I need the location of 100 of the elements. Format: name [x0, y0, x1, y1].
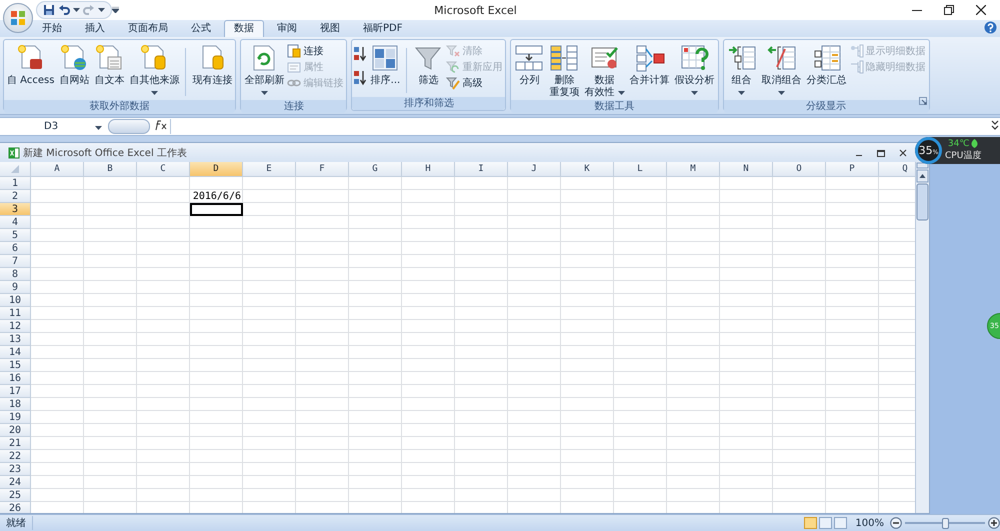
row-header[interactable]: 18 — [0, 398, 31, 411]
row-header[interactable]: 9 — [0, 281, 31, 294]
caret-icon — [73, 8, 80, 12]
selected-cell[interactable] — [190, 203, 243, 216]
ribbon-tab[interactable]: 插入 — [75, 20, 115, 37]
sort-descending-icon[interactable] — [353, 70, 368, 86]
subtotal-icon — [812, 43, 842, 73]
ribbon-tab[interactable]: 公式 — [181, 20, 221, 37]
table-cell[interactable]: 2016/6/6 — [190, 190, 243, 203]
row-header[interactable]: 13 — [0, 333, 31, 346]
row-header[interactable]: 19 — [0, 411, 31, 424]
column-header[interactable]: G — [349, 162, 402, 177]
row-header[interactable]: 8 — [0, 268, 31, 281]
row-header[interactable]: 11 — [0, 307, 31, 320]
column-header[interactable]: L — [614, 162, 667, 177]
ribbon-button[interactable]: 删除 重复项 — [547, 42, 582, 100]
ribbon-button[interactable]: 自网站 — [57, 42, 92, 88]
row-header[interactable]: 10 — [0, 294, 31, 307]
column-header[interactable]: O — [773, 162, 826, 177]
ribbon-button[interactable]: 数据 有效性 — [582, 42, 627, 100]
ribbon-button[interactable]: 排序... — [368, 42, 402, 88]
dialog-launcher-icon[interactable] — [918, 97, 927, 105]
column-header[interactable]: B — [84, 162, 137, 177]
customize-caret-icon[interactable] — [112, 7, 119, 13]
column-header[interactable]: C — [137, 162, 190, 177]
close-icon[interactable] — [976, 5, 986, 15]
close-icon[interactable] — [899, 148, 907, 156]
ribbon-button[interactable]: 组合 — [724, 42, 759, 100]
row-header[interactable]: 4 — [0, 216, 31, 229]
row-header[interactable]: 3 — [0, 203, 31, 216]
cpu-label: CPU温度 — [945, 150, 982, 162]
column-header[interactable]: K — [561, 162, 614, 177]
column-header[interactable]: E — [243, 162, 296, 177]
ribbon-button[interactable]: 分类汇总 — [804, 42, 849, 88]
row-header[interactable]: 15 — [0, 359, 31, 372]
name-box[interactable]: D3 — [0, 121, 95, 132]
ribbon-tab[interactable]: 视图 — [310, 20, 350, 37]
row-header[interactable]: 2 — [0, 190, 31, 203]
row-header[interactable]: 7 — [0, 255, 31, 268]
slider-thumb[interactable] — [942, 518, 949, 528]
caret-icon — [150, 91, 158, 95]
ribbon-button[interactable]: 假设分析 — [672, 42, 717, 100]
row-header[interactable]: 20 — [0, 424, 31, 437]
ribbon-button[interactable]: 分列 — [512, 42, 546, 88]
column-header[interactable]: Q — [879, 162, 915, 177]
column-header[interactable]: N — [720, 162, 773, 177]
expand-icon[interactable] — [991, 119, 999, 131]
row-header[interactable]: 22 — [0, 450, 31, 463]
column-header[interactable]: H — [402, 162, 455, 177]
ribbon-button[interactable]: 自 Access — [5, 42, 56, 88]
help-icon[interactable] — [984, 20, 997, 34]
sort-ascending-icon[interactable] — [353, 46, 368, 62]
column-header[interactable]: F — [296, 162, 349, 177]
column-header[interactable]: A — [31, 162, 84, 177]
undo-icon[interactable] — [58, 4, 70, 16]
row-header[interactable]: 16 — [0, 372, 31, 385]
caret-icon — [95, 126, 102, 130]
zoom-level[interactable]: 100% — [855, 518, 884, 528]
function-icon[interactable] — [153, 119, 167, 131]
save-icon[interactable] — [43, 4, 55, 16]
maximize-icon[interactable] — [877, 148, 885, 156]
row-header[interactable]: 21 — [0, 437, 31, 450]
row-header[interactable]: 26 — [0, 502, 31, 513]
zoom-in-icon[interactable] — [988, 517, 1000, 529]
ribbon-tab[interactable]: 页面布局 — [118, 20, 178, 37]
row-header[interactable]: 5 — [0, 229, 31, 242]
column-header[interactable]: I — [455, 162, 508, 177]
ribbon-button[interactable]: 取消组合 — [760, 42, 804, 100]
row-header[interactable]: 14 — [0, 346, 31, 359]
row-header[interactable]: 17 — [0, 385, 31, 398]
ribbon-button[interactable]: 高级 — [446, 75, 504, 90]
ribbon-tab[interactable]: 数据 — [224, 20, 264, 37]
row-header[interactable]: 24 — [0, 476, 31, 489]
zoom-out-icon[interactable] — [890, 517, 902, 529]
column-header[interactable]: P — [826, 162, 879, 177]
column-header[interactable]: J — [508, 162, 561, 177]
ribbon-button[interactable]: 全部刷新 — [242, 42, 286, 100]
restore-icon[interactable] — [944, 5, 954, 15]
ribbon-tab[interactable]: 开始 — [32, 20, 72, 37]
vertical-scrollbar[interactable] — [915, 162, 929, 513]
row-header[interactable]: 12 — [0, 320, 31, 333]
ribbon-tab[interactable]: 审阅 — [267, 20, 307, 37]
hide-detail-icon — [850, 60, 864, 74]
column-header[interactable]: D — [190, 162, 243, 177]
ribbon-button[interactable]: 自其他来源 — [127, 42, 182, 100]
group-label: 获取外部数据 — [4, 100, 236, 113]
ribbon-button[interactable]: 现有连接 — [190, 42, 234, 88]
column-header[interactable]: M — [667, 162, 720, 177]
row-header[interactable]: 1 — [0, 177, 31, 190]
ribbon-tab[interactable]: 福昕PDF — [353, 20, 412, 37]
row-header[interactable]: 6 — [0, 242, 31, 255]
ribbon-button[interactable]: 合并计算 — [628, 42, 672, 88]
ribbon-button[interactable]: 筛选 — [411, 42, 446, 88]
row-header[interactable]: 23 — [0, 463, 31, 476]
temperature: 34℃ — [948, 139, 970, 149]
ribbon-button[interactable]: 自文本 — [92, 42, 126, 88]
ribbon-button[interactable]: 连接 — [287, 43, 346, 58]
formula-bar-handle[interactable] — [108, 119, 150, 134]
row-header[interactable]: 25 — [0, 489, 31, 502]
office-logo-icon — [10, 10, 26, 26]
